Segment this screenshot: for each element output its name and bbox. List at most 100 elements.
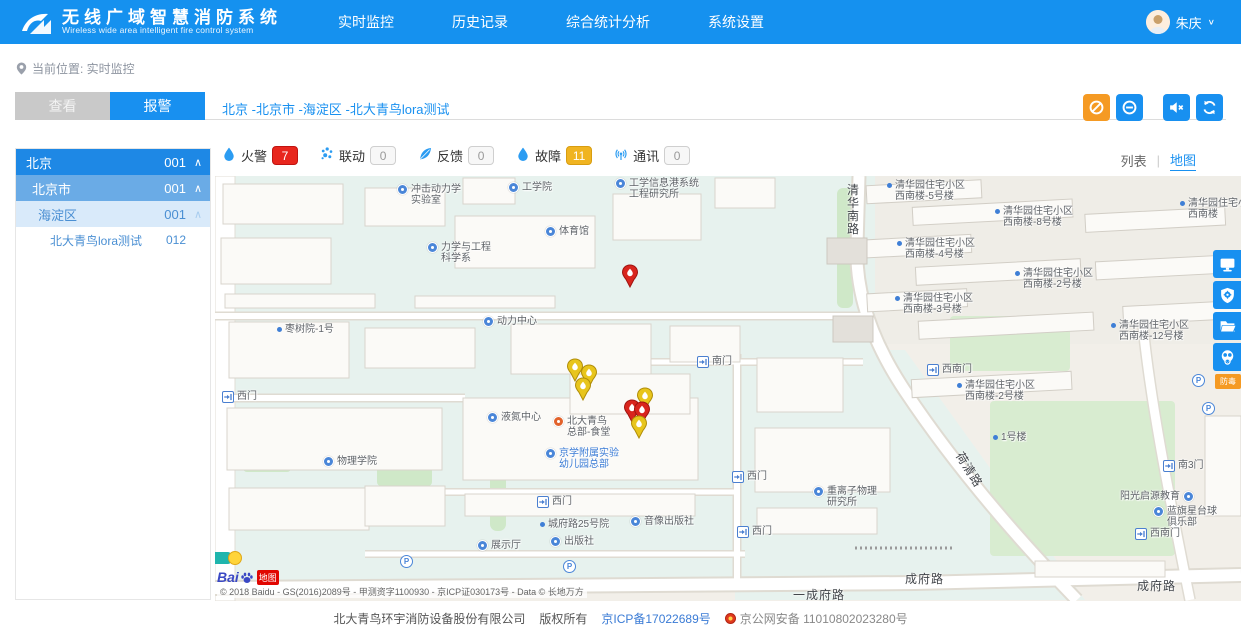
page-footer: 北大青鸟环宇消防设备股份有限公司 版权所有 京ICP备17022689号 京公网… — [0, 610, 1241, 627]
avatar — [1146, 10, 1170, 34]
chevron-down-icon: ∨ — [1208, 18, 1215, 27]
poi-icon — [397, 184, 408, 195]
gate-icon — [1163, 460, 1175, 472]
map-label-0: 冲击动力学实验室 — [397, 184, 461, 206]
footer-icp-link[interactable]: 京ICP备17022689号 — [601, 610, 710, 627]
footer-police: 京公网安备 11010802023280号 — [725, 610, 908, 627]
baidu-logo-text: Bai — [217, 569, 239, 585]
device-tree: 北京001∧北京市001∧海淀区001∧北大青鸟lora测试012 — [15, 148, 211, 600]
tab-alarm[interactable]: 报警 — [110, 92, 205, 120]
tree-node-label: 北京市 — [32, 179, 156, 198]
streetview-control[interactable] — [215, 551, 242, 565]
tree-node-2[interactable]: 海淀区001∧ — [16, 201, 210, 227]
user-name: 朱庆 — [1176, 13, 1202, 32]
map-label-text: 西门 — [237, 391, 257, 402]
nav-item-3[interactable]: 系统设置 — [708, 12, 764, 32]
filter-3[interactable]: 故障 11 — [516, 146, 592, 165]
map-label-12: 南门 — [697, 356, 732, 368]
gate-icon — [537, 496, 549, 508]
map-label-3: 体育馆 — [545, 226, 589, 237]
filter-count-badge: 11 — [566, 146, 592, 165]
map-label-2: 工学信息港系统工程研究所 — [615, 178, 699, 200]
nav-item-1[interactable]: 历史记录 — [452, 12, 508, 32]
poi-icon — [487, 412, 498, 423]
filter-count-badge: 0 — [370, 146, 396, 165]
map-label-text: 西南门 — [1150, 528, 1180, 539]
gas-mask-button[interactable] — [1213, 343, 1241, 371]
tree-node-label: 北京 — [26, 153, 156, 172]
map-label-23: 清华园住宅小区西南楼-12号楼 — [1111, 320, 1189, 342]
map-label-33: 音像出版社 — [630, 516, 694, 527]
nav-item-2[interactable]: 综合统计分析 — [566, 12, 650, 32]
dot-icon — [897, 241, 902, 246]
droplet-icon — [222, 147, 236, 164]
dot-icon — [887, 183, 892, 188]
map-label-text: 西门 — [747, 471, 767, 482]
user-menu[interactable]: 朱庆 ∨ — [1146, 0, 1215, 44]
map-label-18: 清华园住宅小区西南楼-5号楼 — [887, 180, 965, 202]
poi-icon — [630, 516, 641, 527]
baidu-map[interactable]: 冲击动力学实验室工学院工学信息港系统工程研究所体育馆力学与工程科学系枣树院-1号… — [215, 176, 1241, 601]
poi-icon — [813, 486, 824, 497]
switch-list[interactable]: 列表 — [1121, 151, 1147, 170]
map-label-1: 工学院 — [508, 182, 552, 193]
filter-label: 故障 — [535, 146, 561, 165]
alarm-marker-yellow[interactable] — [574, 377, 592, 401]
map-label-text: 音像出版社 — [644, 516, 694, 527]
parking-icon: P — [563, 560, 576, 573]
gate-icon — [697, 356, 709, 368]
map-label-text: 工学信息港系统工程研究所 — [629, 178, 699, 200]
app-subtitle: Wireless wide area intelligent fire cont… — [62, 26, 282, 35]
switch-map[interactable]: 地图 — [1170, 150, 1196, 171]
block-button[interactable] — [1083, 94, 1110, 121]
tree-node-count: 012 — [156, 233, 186, 247]
filter-1[interactable]: 联动0 — [320, 146, 396, 165]
map-label-text: 北大青鸟总部-食堂 — [567, 416, 610, 438]
collapse-button[interactable] — [1116, 94, 1143, 121]
shield-gear-button[interactable] — [1213, 281, 1241, 309]
map-label-text: 力学与工程科学系 — [441, 242, 491, 264]
map-label-28: 阳光启源教育 — [1120, 491, 1194, 502]
map-label-text: 京学附属实验幼儿园总部 — [559, 448, 619, 470]
monitor-button[interactable] — [1213, 250, 1241, 278]
map-label-text: 1号楼 — [1001, 432, 1027, 443]
baidu-paw-icon — [240, 571, 254, 585]
filter-4[interactable]: 通讯0 — [614, 146, 690, 165]
map-label-text: 重离子物理研究所 — [827, 486, 877, 508]
gate-icon — [1135, 528, 1147, 540]
tree-expand-icon[interactable]: ∧ — [186, 182, 210, 195]
alarm-marker-yellow[interactable] — [630, 415, 648, 439]
map-label-25: 清华园住宅小区西南楼 — [1180, 198, 1241, 220]
map-label-20: 清华园住宅小区西南楼-4号楼 — [897, 238, 975, 260]
map-label-22: 清华园住宅小区西南楼-3号楼 — [895, 293, 973, 315]
map-label-17: 西南门 — [927, 364, 972, 376]
tree-expand-icon[interactable]: ∧ — [186, 156, 210, 169]
map-label-text: 清华园住宅小区西南楼-4号楼 — [905, 238, 975, 260]
tree-expand-icon[interactable]: ∧ — [186, 208, 210, 221]
dot-icon — [1015, 271, 1020, 276]
tab-view[interactable]: 查看 — [15, 92, 110, 120]
refresh-button[interactable] — [1196, 94, 1223, 121]
nav-item-0[interactable]: 实时监控 — [338, 12, 394, 32]
tree-node-count: 001 — [156, 181, 186, 196]
alarm-marker-red[interactable] — [621, 264, 639, 288]
mute-button[interactable] — [1163, 94, 1190, 121]
filter-count-badge: 7 — [272, 146, 298, 165]
pegman-icon — [228, 551, 242, 565]
map-label-7: 液氮中心 — [487, 412, 541, 423]
map-label-14: 西门 — [737, 526, 772, 538]
poi-icon — [550, 536, 561, 547]
switch-separator: | — [1157, 153, 1160, 168]
hazard-tag[interactable]: 防毒 — [1215, 374, 1241, 389]
poi-icon — [508, 182, 519, 193]
filter-2[interactable]: 反馈0 — [418, 146, 494, 165]
filter-0[interactable]: 火警7 — [222, 146, 298, 165]
breadcrumb: 当前位置: 实时监控 — [16, 60, 135, 77]
tree-node-0[interactable]: 北京001∧ — [16, 149, 210, 175]
tree-node-3[interactable]: 北大青鸟lora测试012 — [16, 227, 210, 253]
tree-node-label: 北大青鸟lora测试 — [50, 232, 156, 249]
folder-button[interactable] — [1213, 312, 1241, 340]
selected-location-path: 北京 -北京市 -海淀区 -北大青鸟lora测试 — [222, 99, 450, 118]
filter-count-badge: 0 — [664, 146, 690, 165]
tree-node-1[interactable]: 北京市001∧ — [16, 175, 210, 201]
